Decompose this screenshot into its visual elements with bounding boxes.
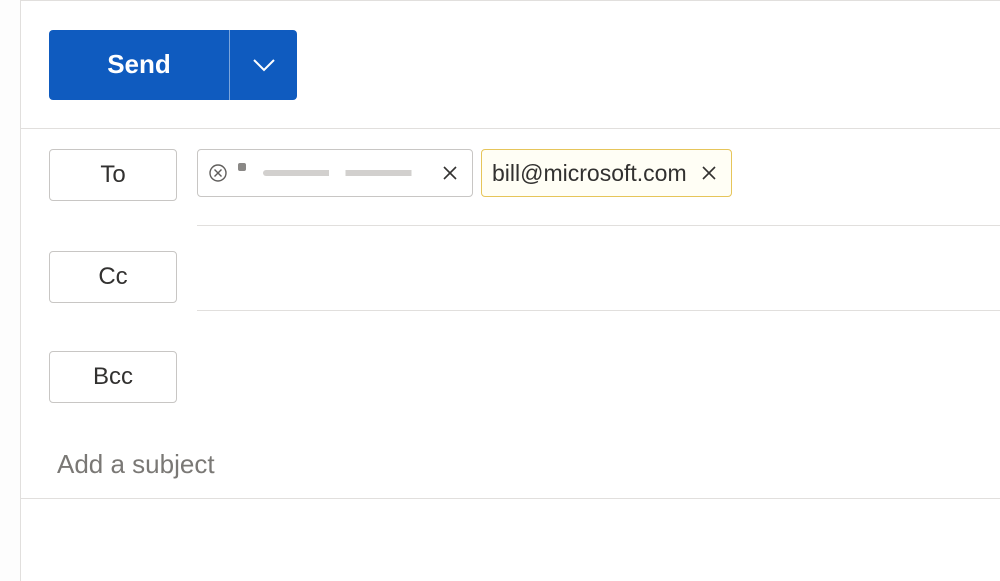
cc-row: Cc: [21, 231, 1000, 331]
recipient-chip[interactable]: bill@microsoft.com: [481, 149, 732, 197]
remove-recipient-button[interactable]: [438, 161, 462, 185]
cc-button[interactable]: Cc: [49, 251, 177, 303]
close-icon: [701, 165, 717, 181]
compose-panel: Send To: [20, 0, 1000, 581]
subject-row: [21, 433, 1000, 499]
to-button[interactable]: To: [49, 149, 177, 201]
recipient-redacted: [238, 163, 428, 183]
send-options-button[interactable]: [229, 30, 297, 100]
subject-input[interactable]: [57, 449, 906, 480]
send-bar: Send: [21, 1, 1000, 129]
invalid-recipient-icon: [208, 163, 228, 183]
remove-recipient-button[interactable]: [697, 161, 721, 185]
bcc-chips-area[interactable]: [197, 351, 1000, 411]
recipient-email: bill@microsoft.com: [492, 160, 687, 187]
bcc-row: Bcc: [21, 331, 1000, 433]
to-chips-area[interactable]: bill@microsoft.com: [197, 149, 1000, 226]
close-icon: [442, 165, 458, 181]
recipient-chip[interactable]: [197, 149, 473, 197]
send-split-button: Send: [49, 30, 297, 100]
cc-chips-area[interactable]: [197, 251, 1000, 311]
to-row: To: [21, 129, 1000, 231]
send-button[interactable]: Send: [49, 30, 229, 100]
chevron-down-icon: [253, 58, 275, 72]
bcc-button[interactable]: Bcc: [49, 351, 177, 403]
